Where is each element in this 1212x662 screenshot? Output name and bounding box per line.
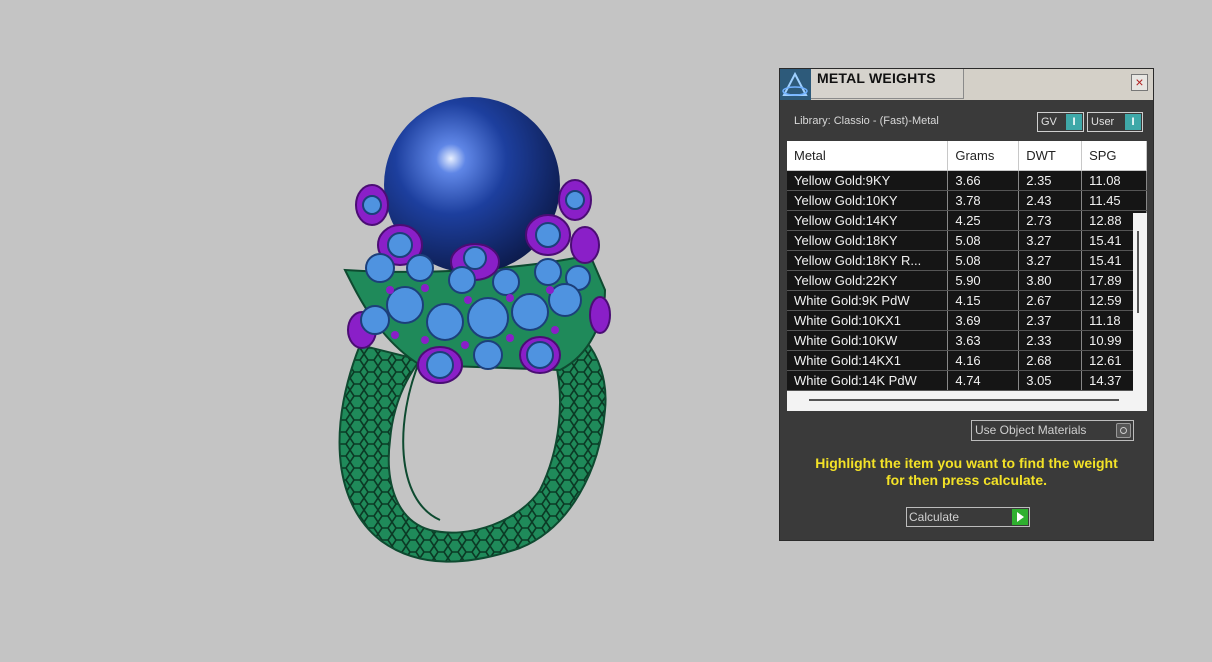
close-icon[interactable]: × <box>1131 74 1148 91</box>
app-logo-icon <box>780 69 811 100</box>
metal-cell: Yellow Gold:22KY <box>787 270 949 291</box>
horizontal-scroll-thumb[interactable] <box>809 399 1119 401</box>
metal-weights-panel: METAL WEIGHTS × Library: Classio - (Fast… <box>779 68 1154 541</box>
dwt-cell: 3.05 <box>1018 370 1083 391</box>
radio-icon[interactable] <box>1116 423 1131 438</box>
table-row[interactable]: Yellow Gold:18KY R... 5.08 3.27 15.41 <box>787 250 1147 271</box>
dwt-cell: 2.68 <box>1018 350 1083 371</box>
metal-table[interactable]: Metal Grams DWT SPG Yellow Gold:9KY 3.66 2… <box>787 141 1147 411</box>
ring-shank <box>338 338 607 563</box>
library-label: Library: Classio - (Fast)-Metal <box>794 115 939 127</box>
metal-cell: White Gold:9K PdW <box>787 290 949 311</box>
dwt-cell: 2.67 <box>1018 290 1083 311</box>
dwt-cell: 2.43 <box>1018 190 1083 211</box>
user-label: User <box>1091 116 1115 128</box>
use-object-materials-label: Use Object Materials <box>975 423 1087 437</box>
table-row[interactable]: White Gold:9K PdW 4.15 2.67 12.59 <box>787 290 1147 311</box>
metal-cell: White Gold:14KX1 <box>787 350 949 371</box>
user-toggle[interactable]: User I <box>1087 112 1143 132</box>
table-row[interactable]: Yellow Gold:22KY 5.90 3.80 17.89 <box>787 270 1147 291</box>
table-row[interactable]: Yellow Gold:9KY 3.66 2.35 11.08 <box>787 170 1147 191</box>
title-bar[interactable]: METAL WEIGHTS × <box>780 69 1153 100</box>
dwt-cell: 3.27 <box>1018 250 1083 271</box>
use-object-materials-toggle[interactable]: Use Object Materials <box>971 420 1134 441</box>
vertical-scrollbar[interactable] <box>1133 213 1147 411</box>
col-header-dwt[interactable]: DWT <box>1018 141 1083 171</box>
table-row[interactable]: White Gold:14KX1 4.16 2.68 12.61 <box>787 350 1147 371</box>
grams-cell: 5.90 <box>947 270 1020 291</box>
dwt-cell: 2.37 <box>1018 310 1083 331</box>
table-row[interactable]: White Gold:10KW 3.63 2.33 10.99 <box>787 330 1147 351</box>
dwt-cell: 2.73 <box>1018 210 1083 231</box>
instruction-line-1: Highlight the item you want to find the … <box>815 455 1118 471</box>
grams-cell: 3.63 <box>947 330 1020 351</box>
dwt-cell: 2.33 <box>1018 330 1083 351</box>
metal-cell: Yellow Gold:18KY R... <box>787 250 949 271</box>
dwt-cell: 3.80 <box>1018 270 1083 291</box>
metal-cell: Yellow Gold:10KY <box>787 190 949 211</box>
play-arrow-icon[interactable] <box>1012 509 1028 525</box>
gv-toggle[interactable]: GV I <box>1037 112 1084 132</box>
grams-cell: 4.16 <box>947 350 1020 371</box>
user-toggle-button[interactable]: I <box>1125 114 1141 130</box>
vertical-scroll-thumb[interactable] <box>1137 231 1139 313</box>
spg-cell: 11.08 <box>1081 170 1147 191</box>
col-header-grams[interactable]: Grams <box>947 141 1020 171</box>
table-row[interactable]: Yellow Gold:18KY 5.08 3.27 15.41 <box>787 230 1147 251</box>
col-header-spg[interactable]: SPG <box>1081 141 1147 171</box>
calculate-button[interactable]: Calculate <box>906 507 1030 527</box>
gv-label: GV <box>1041 116 1057 128</box>
metal-cell: White Gold:10KW <box>787 330 949 351</box>
table-row[interactable]: Yellow Gold:14KY 4.25 2.73 12.88 <box>787 210 1147 231</box>
grams-cell: 3.78 <box>947 190 1020 211</box>
panel-title: METAL WEIGHTS <box>817 70 936 86</box>
instruction-text: Highlight the item you want to find the … <box>780 455 1153 489</box>
metal-cell: White Gold:14K PdW <box>787 370 949 391</box>
grams-cell: 5.08 <box>947 250 1020 271</box>
title-tab: METAL WEIGHTS <box>811 69 964 99</box>
dwt-cell: 3.27 <box>1018 230 1083 251</box>
gv-toggle-button[interactable]: I <box>1066 114 1082 130</box>
grams-cell: 4.74 <box>947 370 1020 391</box>
grams-cell: 3.66 <box>947 170 1020 191</box>
metal-cell: Yellow Gold:9KY <box>787 170 949 191</box>
grams-cell: 5.08 <box>947 230 1020 251</box>
metal-cell: Yellow Gold:14KY <box>787 210 949 231</box>
table-row[interactable]: Yellow Gold:10KY 3.78 2.43 11.45 <box>787 190 1147 211</box>
ring-model[interactable] <box>0 0 770 662</box>
calculate-label: Calculate <box>909 510 960 524</box>
dwt-cell: 2.35 <box>1018 170 1083 191</box>
grams-cell: 3.69 <box>947 310 1020 331</box>
instruction-line-2: for then press calculate. <box>885 472 1048 488</box>
metal-cell: White Gold:10KX1 <box>787 310 949 331</box>
table-row[interactable]: White Gold:10KX1 3.69 2.37 11.18 <box>787 310 1147 331</box>
grams-cell: 4.25 <box>947 210 1020 231</box>
table-row[interactable]: White Gold:14K PdW 4.74 3.05 14.37 <box>787 370 1147 391</box>
col-header-metal[interactable]: Metal <box>787 141 949 171</box>
3d-viewport[interactable] <box>0 0 770 662</box>
table-header-row: Metal Grams DWT SPG <box>787 141 1147 171</box>
metal-cell: Yellow Gold:18KY <box>787 230 949 251</box>
spg-cell: 11.45 <box>1081 190 1147 211</box>
grams-cell: 4.15 <box>947 290 1020 311</box>
